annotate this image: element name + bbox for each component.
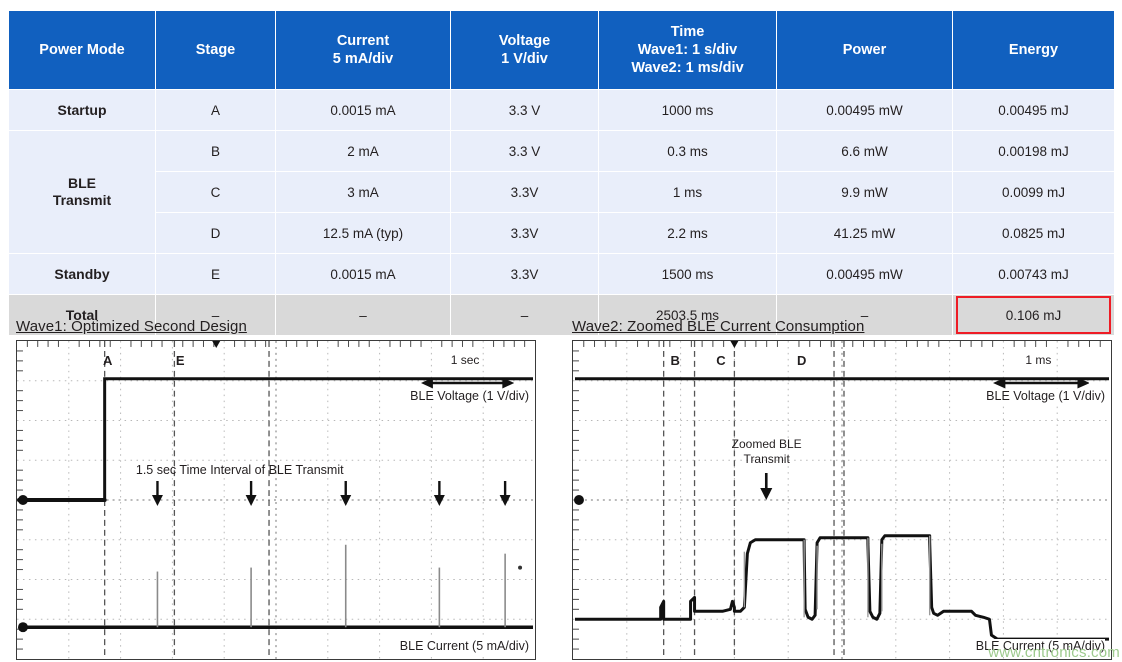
- table-row: BLE Transmit B 2 mA 3.3 V 0.3 ms 6.6 mW …: [8, 130, 1115, 254]
- cell-current: 0.0015 mA: [275, 89, 451, 131]
- cell-voltage: 3.3 V: [450, 89, 599, 131]
- wave2-traces: [573, 377, 1110, 641]
- cell-time: 1 ms: [598, 171, 777, 213]
- cell-current: 12.5 mA (typ): [275, 212, 451, 254]
- header-line-1: Voltage: [498, 32, 551, 49]
- watermark: www.cntronics.com: [988, 644, 1120, 661]
- column-header-time: Time Wave1: 1 s/div Wave2: 1 ms/div: [598, 10, 777, 90]
- header-line-1: Power: [842, 41, 887, 58]
- table-row: C 3 mA 3.3V 1 ms 9.9 mW 0.0099 mJ: [9, 171, 1115, 213]
- power-consumption-table: Power Mode Stage Current 5 mA/div Voltag…: [8, 10, 1115, 336]
- cell-energy: 0.00198 mJ: [952, 130, 1115, 172]
- cell-voltage: 3.3V: [450, 212, 599, 254]
- table-row: Standby E 0.0015 mA 3.3V 1500 ms 0.00495…: [8, 253, 1115, 295]
- cell-time: 1500 ms: [598, 253, 777, 295]
- cell-stage: D: [155, 212, 276, 254]
- column-header-energy: Energy: [952, 10, 1115, 90]
- header-line-1: Current: [336, 32, 390, 49]
- cell-energy: 0.0099 mJ: [952, 171, 1115, 213]
- cell-stage: E: [155, 253, 276, 295]
- cell-stage: B: [155, 130, 276, 172]
- table-row: Startup A 0.0015 mA 3.3 V 1000 ms 0.0049…: [8, 89, 1115, 131]
- wave2-scope-panel: Wave2: Zoomed BLE Current Consumption B …: [572, 318, 1112, 660]
- wave2-plot-area: B C D 1 ms Zoomed BLE Transmit BLE Volta…: [572, 340, 1112, 660]
- column-header-power-mode: Power Mode: [8, 10, 156, 90]
- cell-voltage: 3.3V: [450, 171, 599, 213]
- header-line-2: Wave1: 1 s/div: [637, 41, 738, 58]
- cell-power-mode: Standby: [8, 253, 156, 295]
- column-header-current: Current 5 mA/div: [275, 10, 451, 90]
- total-energy-value: 0.106 mJ: [1005, 307, 1062, 323]
- header-line-1: Energy: [1008, 41, 1059, 58]
- table-row: D 12.5 mA (typ) 3.3V 2.2 ms 41.25 mW 0.0…: [9, 212, 1115, 254]
- cell-energy: 0.0825 mJ: [952, 212, 1115, 254]
- wave1-title: Wave1: Optimized Second Design: [16, 318, 247, 335]
- cell-power: 0.00495 mW: [776, 89, 953, 131]
- header-line-1: Stage: [195, 41, 236, 58]
- cell-power-mode: Startup: [8, 89, 156, 131]
- table-header-row: Power Mode Stage Current 5 mA/div Voltag…: [8, 10, 1115, 90]
- cell-energy: 0.00495 mJ: [952, 89, 1115, 131]
- wave1-traces: [17, 377, 534, 633]
- cell-time: 0.3 ms: [598, 130, 777, 172]
- cell-power: 41.25 mW: [776, 212, 953, 254]
- cell-time: 2.2 ms: [598, 212, 777, 254]
- cell-power: 0.00495 mW: [776, 253, 953, 295]
- column-header-voltage: Voltage 1 V/div: [450, 10, 599, 90]
- cell-stage: C: [155, 171, 276, 213]
- cell-power-mode-ble-transmit: BLE Transmit: [8, 130, 156, 254]
- cell-energy: 0.00743 mJ: [952, 253, 1115, 295]
- ble-transmit-line-2: Transmit: [52, 192, 112, 208]
- ble-transmit-line-1: BLE: [68, 175, 96, 192]
- wave1-scope-panel: Wave1: Optimized Second Design A E 1 sec…: [16, 318, 536, 660]
- cell-voltage: 3.3 V: [450, 130, 599, 172]
- header-line-1: Time: [670, 23, 705, 40]
- cell-voltage: 3.3V: [450, 253, 599, 295]
- header-line-2: 1 V/div: [501, 51, 548, 67]
- header-line-1: Power Mode: [39, 41, 125, 58]
- cell-current: 2 mA: [275, 130, 451, 172]
- header-line-2: 5 mA/div: [332, 51, 394, 67]
- column-header-power: Power: [776, 10, 953, 90]
- cell-power: 9.9 mW: [776, 171, 953, 213]
- cell-current: 3 mA: [275, 171, 451, 213]
- wave1-plot-area: A E 1 sec 1.5 sec Time Interval of BLE T…: [16, 340, 536, 660]
- column-header-stage: Stage: [155, 10, 276, 90]
- cell-current: 0.0015 mA: [275, 253, 451, 295]
- cell-time: 1000 ms: [598, 89, 777, 131]
- cell-stage: A: [155, 89, 276, 131]
- cell-power: 6.6 mW: [776, 130, 953, 172]
- header-line-3: Wave2: 1 ms/div: [631, 60, 744, 77]
